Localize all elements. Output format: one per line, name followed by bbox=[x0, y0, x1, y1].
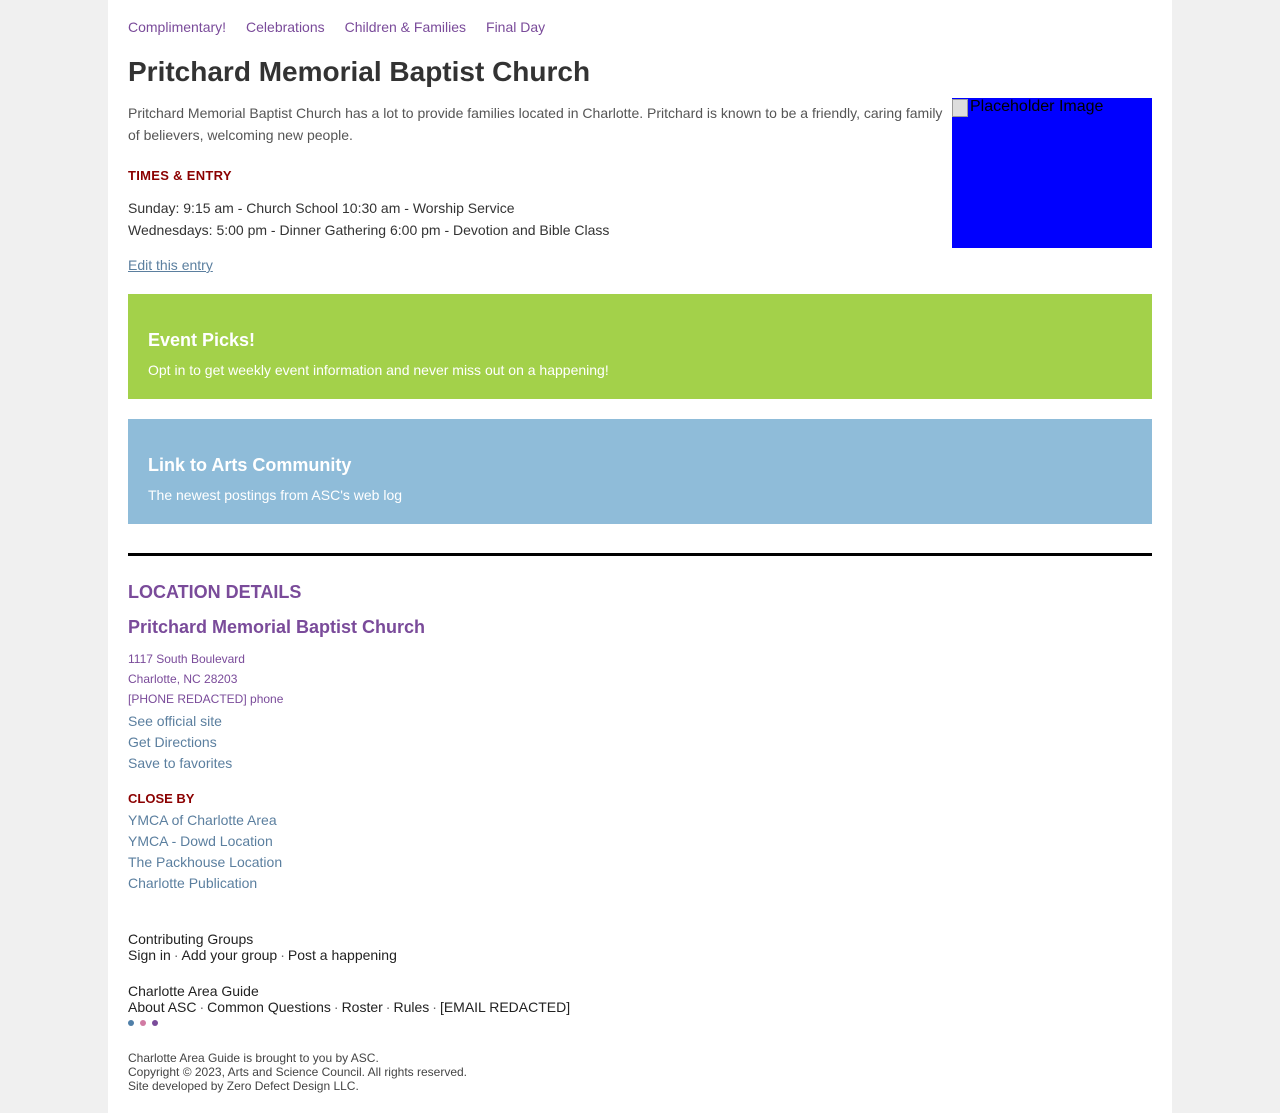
edit-entry-link[interactable]: Edit this entry bbox=[128, 257, 213, 273]
about-asc-link[interactable]: About ASC bbox=[128, 999, 197, 1015]
post-happening-link[interactable]: Post a happening bbox=[288, 947, 397, 963]
close-by-item[interactable]: Charlotte Publication bbox=[128, 873, 282, 894]
times-line-sunday: Sunday: 9:15 am - Church School 10:30 am… bbox=[128, 200, 515, 216]
location-links: See official site Get Directions Save to… bbox=[128, 711, 232, 774]
footer-groups: Contributing Groups Sign in · Add your gro… bbox=[128, 931, 397, 963]
address-phone: [PHONE REDACTED] phone bbox=[128, 692, 284, 706]
footer-guide: Charlotte Area Guide About ASC · Common Qu… bbox=[128, 983, 570, 1015]
footer-legal: Charlotte Area Guide is brought to you b… bbox=[128, 1051, 467, 1093]
footer-separator: · bbox=[173, 947, 179, 963]
location-name: Pritchard Memorial Baptist Church bbox=[128, 617, 426, 637]
legal-line-developer: Site developed by Zero Defect Design LLC… bbox=[128, 1079, 359, 1093]
footer-groups-links: Sign in · Add your group · Post a happening bbox=[128, 947, 397, 963]
footer-guide-title: Charlotte Area Guide bbox=[128, 983, 259, 999]
event-picks-text: Opt in to get weekly event information a… bbox=[148, 362, 609, 378]
brand-dot-pink bbox=[140, 1020, 146, 1026]
brand-dot-blue bbox=[128, 1020, 134, 1026]
event-picks-title: Event Picks! bbox=[148, 330, 256, 350]
close-by-heading: CLOSE BY bbox=[128, 791, 195, 806]
sign-in-link[interactable]: Sign in bbox=[128, 947, 171, 963]
arts-community-text: The newest postings from ASC's web log bbox=[148, 487, 403, 503]
location-address: 1117 South Boulevard Charlotte, NC 28203… bbox=[128, 649, 283, 709]
get-directions-link[interactable]: Get Directions bbox=[128, 732, 232, 753]
page-title: Pritchard Memorial Baptist Church bbox=[128, 56, 591, 87]
category-nav: Complimentary! Celebrations Children & F… bbox=[128, 19, 545, 35]
footer-separator: · bbox=[333, 999, 339, 1015]
common-questions-link[interactable]: Common Questions bbox=[207, 999, 331, 1015]
footer-separator: · bbox=[199, 999, 205, 1015]
footer-separator: · bbox=[432, 999, 437, 1015]
footer-groups-title: Contributing Groups bbox=[128, 931, 254, 947]
email-link[interactable]: [EMAIL REDACTED] bbox=[440, 999, 570, 1015]
legal-line-brought: Charlotte Area Guide is brought to you b… bbox=[128, 1051, 379, 1065]
close-by-item[interactable]: YMCA of Charlotte Area bbox=[128, 810, 282, 831]
add-group-link[interactable]: Add your group bbox=[181, 947, 277, 963]
save-favorites-link[interactable]: Save to favorites bbox=[128, 753, 232, 774]
address-city: Charlotte, NC 28203 bbox=[128, 672, 238, 686]
legal-line-copyright: Copyright © 2023, Arts and Science Counc… bbox=[128, 1065, 468, 1079]
close-by-item[interactable]: YMCA - Dowd Location bbox=[128, 831, 282, 852]
roster-link[interactable]: Roster bbox=[342, 999, 383, 1015]
section-divider bbox=[128, 553, 1152, 556]
close-by-list: YMCA of Charlotte Area YMCA - Dowd Locat… bbox=[128, 810, 282, 894]
brand-dots bbox=[128, 1020, 158, 1026]
times-line-wednesday: Wednesdays: 5:00 pm - Dinner Gathering 6… bbox=[128, 222, 610, 238]
intro-text: Pritchard Memorial Baptist Church has a … bbox=[128, 105, 943, 143]
placeholder-image: Placeholder Image bbox=[952, 98, 1152, 248]
nav-link-celebrations[interactable]: Celebrations bbox=[246, 19, 325, 35]
times-list: Sunday: 9:15 am - Church School 10:30 am… bbox=[128, 197, 609, 241]
close-by-item[interactable]: The Packhouse Location bbox=[128, 852, 282, 873]
nav-link-children-families[interactable]: Children & Families bbox=[345, 19, 466, 35]
footer-separator: · bbox=[385, 999, 391, 1015]
footer-guide-links: About ASC · Common Questions · Roster · Rules ·… bbox=[128, 999, 570, 1015]
brand-dot-purple bbox=[152, 1020, 158, 1026]
image-alt-text: Placeholder Image bbox=[970, 98, 1104, 115]
page-container: Complimentary! Celebrations Children & F… bbox=[108, 0, 1172, 1113]
arts-community-title: Link to Arts Community bbox=[148, 455, 352, 475]
event-picks-banner[interactable]: Event Picks! Opt in to get weekly event … bbox=[128, 294, 1152, 399]
footer-separator: · bbox=[280, 947, 285, 963]
rules-link[interactable]: Rules bbox=[393, 999, 429, 1015]
official-site-link[interactable]: See official site bbox=[128, 711, 232, 732]
arts-community-banner[interactable]: Link to Arts Community The newest postin… bbox=[128, 419, 1152, 524]
times-heading: TIMES & ENTRY bbox=[128, 168, 232, 183]
address-street: 1117 South Boulevard bbox=[128, 652, 245, 666]
broken-image-icon bbox=[952, 99, 968, 117]
nav-link-final-day[interactable]: Final Day bbox=[486, 19, 545, 35]
nav-link-complimentary[interactable]: Complimentary! bbox=[128, 19, 226, 35]
location-heading: LOCATION DETAILS bbox=[128, 582, 302, 602]
